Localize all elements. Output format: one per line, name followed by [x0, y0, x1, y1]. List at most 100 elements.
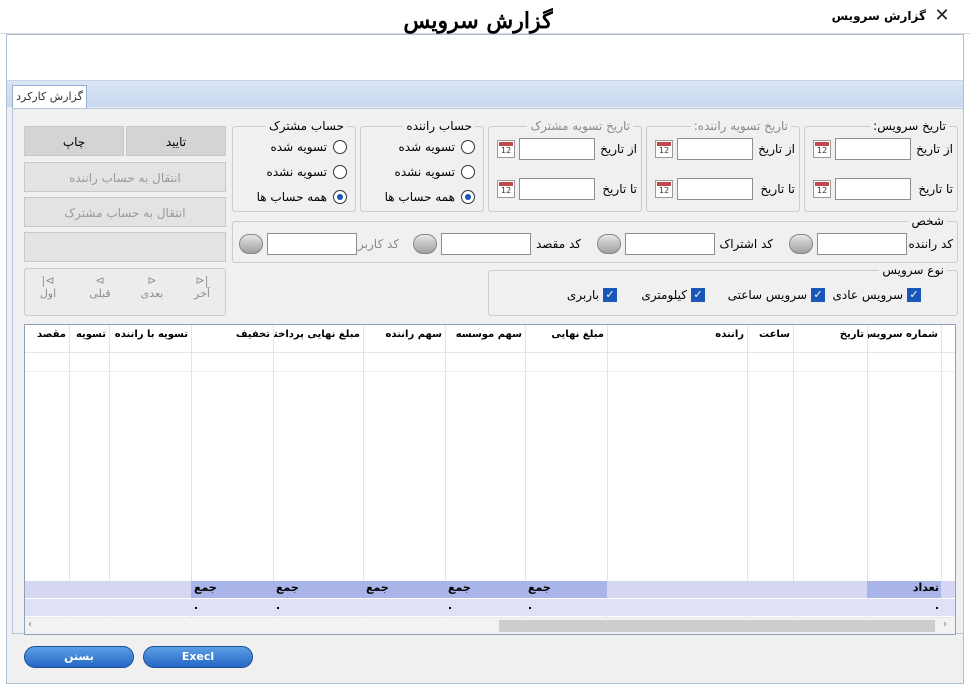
scroll-left-icon[interactable]: ‹	[28, 619, 32, 630]
person-title: شخص	[908, 214, 947, 228]
col-company-share[interactable]: سهم موسسه	[445, 325, 525, 353]
calendar-icon[interactable]	[497, 180, 515, 198]
nav-label: قبلی	[89, 287, 111, 300]
tab-strip	[7, 81, 963, 107]
sum-driver-share-label: جمع	[363, 581, 445, 598]
radio-customer-unsettled[interactable]	[333, 165, 347, 179]
driver-code-input[interactable]	[817, 233, 907, 255]
user-code-input[interactable]	[267, 233, 357, 255]
service-date-group: تاریخ سرویس: از تاریخ تا تاریخ	[804, 119, 958, 212]
radio-label: تسویه شده	[398, 140, 455, 154]
report-grid[interactable]: شماره سرویس تاریخ ساعت راننده مبلغ نهایی…	[24, 324, 956, 635]
customer-settle-from-date-input[interactable]	[519, 138, 595, 160]
col-destination[interactable]: مقصد	[25, 325, 69, 353]
to-date-label: تا تاریخ	[602, 182, 637, 196]
transfer-to-customer-button[interactable]: انتقال به حساب مشترک	[24, 197, 226, 227]
driver-account-title: حساب راننده	[403, 119, 475, 133]
subscriber-lookup-button[interactable]	[597, 234, 621, 254]
radio-label: همه حساب ها	[256, 190, 327, 204]
customer-settle-to-date-input[interactable]	[519, 178, 595, 200]
radio-driver-settled[interactable]	[461, 140, 475, 154]
radio-customer-settled[interactable]	[333, 140, 347, 154]
col-discount[interactable]: تخفیف	[191, 325, 273, 353]
calendar-icon[interactable]	[497, 140, 515, 158]
calendar-icon[interactable]	[813, 180, 831, 198]
col-time[interactable]: ساعت	[747, 325, 793, 353]
from-date-label: از تاریخ	[916, 142, 953, 156]
col-driver-settlement[interactable]: تسویه با راننده	[109, 325, 191, 353]
from-date-label: از تاریخ	[600, 142, 637, 156]
checkbox-normal-service[interactable]: ✓	[907, 288, 921, 302]
nav-label: بعدی	[140, 287, 164, 300]
transfer-to-driver-button[interactable]: انتقال به حساب راننده	[24, 162, 226, 192]
calendar-icon[interactable]	[655, 140, 673, 158]
form-header	[7, 35, 963, 81]
col-service-number[interactable]: شماره سرویس	[867, 325, 941, 353]
col-driver-share[interactable]: سهم راننده	[363, 325, 445, 353]
sum-final-paid-label: جمع	[273, 581, 363, 598]
col-final-paid[interactable]: مبلغ نهایی پرداختی	[273, 325, 363, 353]
checkbox-km-service[interactable]: ✓	[691, 288, 705, 302]
scroll-thumb[interactable]	[499, 620, 935, 632]
radio-label: همه حساب ها	[384, 190, 455, 204]
checkbox-hourly-service[interactable]: ✓	[811, 288, 825, 302]
col-final-amount[interactable]: مبلغ نهایی	[525, 325, 607, 353]
col-date[interactable]: تاریخ	[793, 325, 867, 353]
blank-button[interactable]	[24, 232, 226, 262]
col-settlement[interactable]: تسویه	[69, 325, 109, 353]
radio-label: تسویه نشده	[266, 165, 327, 179]
destination-lookup-button[interactable]	[413, 234, 437, 254]
nav-next-button[interactable]: ⊳ بعدی	[132, 274, 172, 300]
calendar-icon[interactable]	[813, 140, 831, 158]
nav-prev-button[interactable]: ⊲ قبلی	[80, 274, 120, 300]
col-driver[interactable]: راننده	[607, 325, 747, 353]
radio-customer-all[interactable]	[333, 190, 347, 204]
customer-settle-date-title: تاریخ تسویه مشترک	[527, 119, 633, 133]
service-to-date-input[interactable]	[835, 178, 911, 200]
radio-driver-unsettled[interactable]	[461, 165, 475, 179]
checkbox-label: کیلومتری	[641, 288, 687, 302]
calendar-icon[interactable]	[655, 180, 673, 198]
close-form-button[interactable]: بستن	[24, 646, 134, 668]
first-icon: |⊲	[41, 274, 55, 287]
customer-account-group: حساب مشترک تسویه شده تسویه نشده همه حساب…	[232, 119, 356, 212]
last-icon: ⊳|	[195, 274, 209, 287]
driver-settle-date-group: تاریخ تسویه راننده: از تاریخ تا تاریخ	[646, 119, 800, 212]
service-from-date-input[interactable]	[835, 138, 911, 160]
nav-label: اول	[39, 287, 57, 300]
driver-settle-from-date-input[interactable]	[677, 138, 753, 160]
print-button[interactable]: چاپ	[24, 126, 124, 156]
sum-company-share-label: جمع	[445, 581, 525, 598]
customer-settle-date-group: تاریخ تسویه مشترک از تاریخ تا تاریخ	[488, 119, 642, 212]
to-date-label: تا تاریخ	[918, 182, 953, 196]
customer-account-title: حساب مشترک	[265, 119, 347, 133]
destination-code-input[interactable]	[441, 233, 531, 255]
driver-settle-to-date-input[interactable]	[677, 178, 753, 200]
sum-final-paid-value: .	[276, 599, 281, 612]
nav-last-button[interactable]: ⊳| آخر	[182, 274, 222, 300]
driver-lookup-button[interactable]	[789, 234, 813, 254]
user-lookup-button[interactable]	[239, 234, 263, 254]
subscriber-code-input[interactable]	[625, 233, 715, 255]
count-label: تعداد	[867, 581, 941, 598]
checkbox-cargo-service[interactable]: ✓	[603, 288, 617, 302]
sum-final-amount-label: جمع	[525, 581, 607, 598]
person-group: شخص کد راننده کد اشتراک کد مقصد کد کاربر	[232, 214, 958, 263]
radio-driver-all[interactable]	[461, 190, 475, 204]
sum-company-share-value: .	[448, 599, 453, 612]
service-type-title: نوع سرویس	[879, 263, 947, 277]
radio-label: تسویه نشده	[394, 165, 455, 179]
tab-work-report[interactable]: گزارش کارکرد	[12, 85, 87, 109]
next-icon: ⊳	[147, 274, 157, 287]
empty-row	[25, 353, 955, 372]
sum-discount-value: .	[194, 599, 199, 612]
page-title: گزارش سرویس	[403, 8, 553, 34]
excel-button[interactable]: Execl	[143, 646, 253, 668]
confirm-button[interactable]: تایید	[126, 126, 226, 156]
to-date-label: تا تاریخ	[760, 182, 795, 196]
subscriber-code-label: کد اشتراک	[719, 237, 773, 251]
scroll-right-icon[interactable]: ›	[943, 619, 947, 630]
nav-first-button[interactable]: |⊲ اول	[28, 274, 68, 300]
user-code-label: کد کاربر	[358, 237, 399, 251]
radio-label: تسویه شده	[270, 140, 327, 154]
